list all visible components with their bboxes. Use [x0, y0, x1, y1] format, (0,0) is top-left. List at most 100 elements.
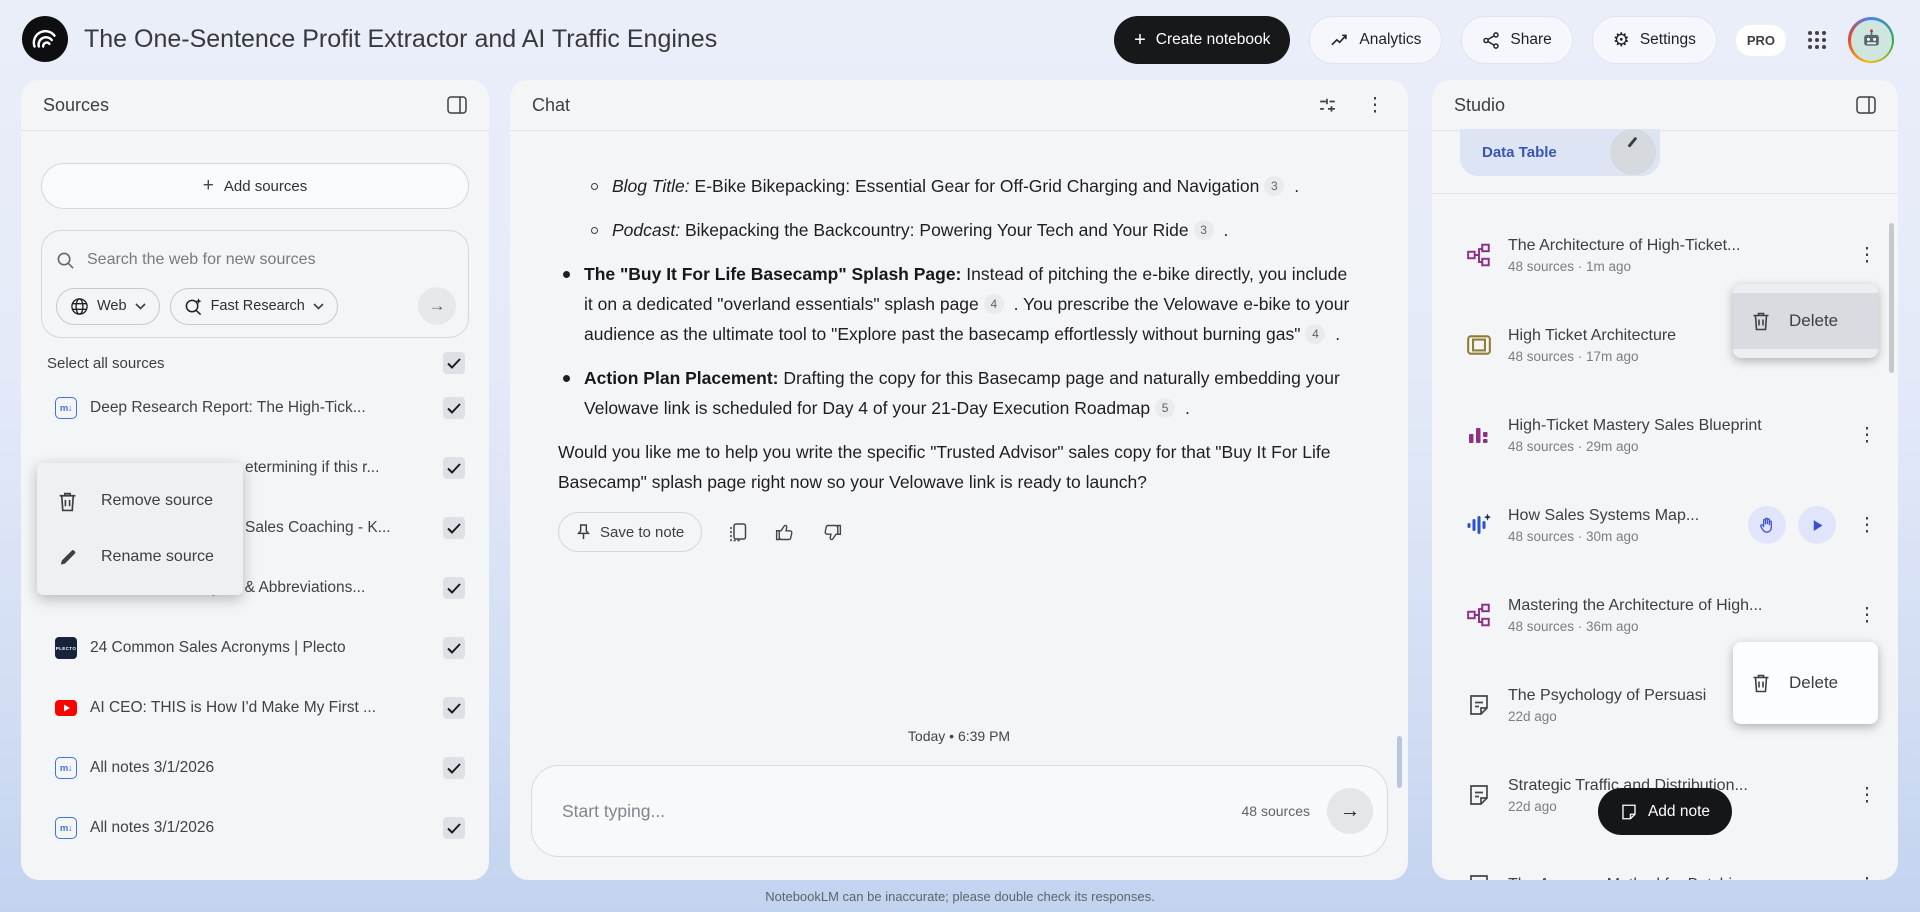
- studio-item-title: High-Ticket Mastery Sales Blueprint: [1508, 416, 1762, 434]
- rename-source-menu-item[interactable]: Rename source: [37, 529, 243, 585]
- web-filter-chip[interactable]: Web: [56, 287, 160, 325]
- citation-badge[interactable]: 3: [1264, 176, 1285, 196]
- source-row[interactable]: m↓ Deep Research Report: The High-Tick...: [21, 378, 489, 438]
- bullet-marker: [563, 271, 570, 278]
- studio-item-row[interactable]: The Acronym Method for Batching... ⋮: [1432, 840, 1898, 880]
- source-row[interactable]: m↓ All notes 3/1/2026: [21, 798, 489, 858]
- mindmap-icon: [1467, 243, 1490, 267]
- add-sources-button[interactable]: + Add sources: [41, 163, 469, 209]
- interactive-mode-button[interactable]: [1748, 506, 1786, 544]
- source-row[interactable]: m↓ All notes 3/1/2026: [21, 738, 489, 798]
- trash-icon: [1752, 311, 1770, 331]
- thumbs-down-icon[interactable]: [822, 522, 843, 543]
- add-note-button[interactable]: Add note: [1597, 788, 1733, 835]
- disclaimer: NotebookLM can be inaccurate; please dou…: [765, 889, 1155, 904]
- source-checkbox[interactable]: [443, 397, 465, 419]
- delete-menu-item[interactable]: Delete: [1733, 293, 1878, 349]
- citation-badge[interactable]: 4: [1305, 324, 1326, 344]
- chat-input[interactable]: [562, 800, 1242, 822]
- analytics-button[interactable]: Analytics: [1309, 16, 1443, 64]
- delete-menu: Delete: [1733, 284, 1878, 358]
- source-row[interactable]: AI CEO: THIS is How I'd Make My First ..…: [21, 678, 489, 738]
- tune-icon[interactable]: [1317, 95, 1338, 116]
- save-to-note-button[interactable]: Save to note: [558, 512, 703, 552]
- audio-waveform-icon: [1467, 513, 1492, 534]
- studio-item-row[interactable]: How Sales Systems Map... 48 sources · 30m…: [1432, 480, 1898, 570]
- sources-panel: Sources + Add sources Web: [21, 80, 489, 880]
- audio-actions: [1748, 506, 1836, 544]
- markdown-icon: m↓: [55, 397, 77, 419]
- globe-icon: [70, 297, 89, 316]
- bullet-marker: [591, 183, 598, 190]
- create-notebook-button[interactable]: + Create notebook: [1114, 16, 1291, 64]
- play-button[interactable]: [1798, 506, 1836, 544]
- studio-item-meta: 48 sources · 30m ago: [1508, 528, 1639, 544]
- item-menu-kebab-icon[interactable]: ⋮: [1856, 876, 1878, 881]
- avatar[interactable]: [1848, 17, 1894, 63]
- search-submit-button[interactable]: →: [418, 287, 456, 325]
- item-menu-kebab-icon[interactable]: ⋮: [1856, 426, 1878, 445]
- item-menu-kebab-icon[interactable]: ⋮: [1856, 246, 1878, 265]
- pin-icon: [576, 523, 591, 541]
- select-all-label: Select all sources: [47, 354, 165, 372]
- hand-wave-icon: [1759, 517, 1772, 533]
- sources-count: 48 sources: [1241, 803, 1310, 819]
- notebooklm-logo-icon[interactable]: [22, 16, 68, 62]
- chat-scrollbar[interactable]: [1397, 736, 1402, 788]
- share-button[interactable]: Share: [1461, 16, 1573, 64]
- chat-sub-bullet: Blog Title: E-Bike Bikepacking: Essentia…: [586, 171, 1360, 201]
- studio-item-title: The Acronym Method for Batching...: [1508, 876, 1840, 880]
- collapse-panel-icon[interactable]: [447, 96, 467, 114]
- chat-bullet: The "Buy It For Life Basecamp" Splash Pa…: [558, 259, 1360, 349]
- source-title: All notes 3/1/2026: [90, 819, 215, 836]
- thumbs-up-icon[interactable]: [774, 522, 795, 543]
- item-menu-kebab-icon[interactable]: ⋮: [1856, 606, 1878, 625]
- source-checkbox[interactable]: [443, 697, 465, 719]
- source-row[interactable]: PLECTO 24 Common Sales Acronyms | Plecto: [21, 618, 489, 678]
- remove-source-menu-item[interactable]: Remove source: [37, 473, 243, 529]
- source-title: Sales Coaching - K...: [245, 519, 391, 536]
- source-checkbox[interactable]: [443, 757, 465, 779]
- send-button[interactable]: →: [1327, 788, 1373, 834]
- gear-icon: ⚙: [1612, 29, 1630, 51]
- top-bar: The One-Sentence Profit Extractor and AI…: [0, 0, 1920, 80]
- studio-item-row[interactable]: High-Ticket Mastery Sales Blueprint 48 so…: [1432, 390, 1898, 480]
- source-title: All notes 3/1/2026: [90, 759, 215, 776]
- source-title: 24 Common Sales Acronyms | Plecto: [90, 639, 346, 656]
- pencil-tip-icon: [1627, 136, 1638, 148]
- chat-menu-kebab-icon[interactable]: ⋮: [1364, 96, 1386, 115]
- chat-sub-bullet: Podcast: Bikepacking the Backcountry: Po…: [586, 215, 1360, 245]
- studio-item-title: The Architecture of High-Ticket...: [1508, 236, 1741, 254]
- source-checkbox[interactable]: [443, 517, 465, 539]
- studio-item-meta: 48 sources · 36m ago: [1508, 618, 1639, 634]
- trash-icon: [1752, 673, 1770, 693]
- apps-grid-icon[interactable]: [1805, 28, 1829, 52]
- copy-icon[interactable]: [729, 522, 747, 543]
- source-context-menu: Remove source Rename source: [37, 463, 243, 595]
- item-menu-kebab-icon[interactable]: ⋮: [1856, 516, 1878, 535]
- note-icon: [1470, 875, 1488, 880]
- studio-scrollbar[interactable]: [1889, 223, 1894, 373]
- studio-panel-title: Studio: [1454, 94, 1506, 115]
- settings-button[interactable]: ⚙ Settings: [1591, 16, 1717, 64]
- studio-item-title: Mastering the Architecture of High...: [1508, 596, 1763, 614]
- item-menu-kebab-icon[interactable]: ⋮: [1856, 786, 1878, 805]
- expand-panel-icon[interactable]: [1856, 96, 1876, 114]
- source-checkbox[interactable]: [443, 457, 465, 479]
- edit-chip-button[interactable]: [1610, 129, 1656, 175]
- source-checkbox[interactable]: [443, 637, 465, 659]
- bullet-marker: [591, 227, 598, 234]
- delete-menu-item[interactable]: Delete: [1733, 655, 1878, 711]
- pro-badge: PRO: [1735, 24, 1786, 56]
- source-checkbox[interactable]: [443, 817, 465, 839]
- select-all-checkbox[interactable]: [443, 352, 465, 374]
- source-checkbox[interactable]: [443, 577, 465, 599]
- trash-icon: [58, 491, 77, 512]
- studio-item-title: How Sales Systems Map...: [1508, 506, 1700, 524]
- fast-research-chip[interactable]: Fast Research: [169, 287, 338, 325]
- search-input[interactable]: [87, 251, 456, 269]
- citation-badge[interactable]: 5: [1155, 398, 1176, 418]
- citation-badge[interactable]: 3: [1193, 220, 1214, 240]
- citation-badge[interactable]: 4: [983, 294, 1004, 314]
- chat-timestamp: Today • 6:39 PM: [907, 728, 1011, 744]
